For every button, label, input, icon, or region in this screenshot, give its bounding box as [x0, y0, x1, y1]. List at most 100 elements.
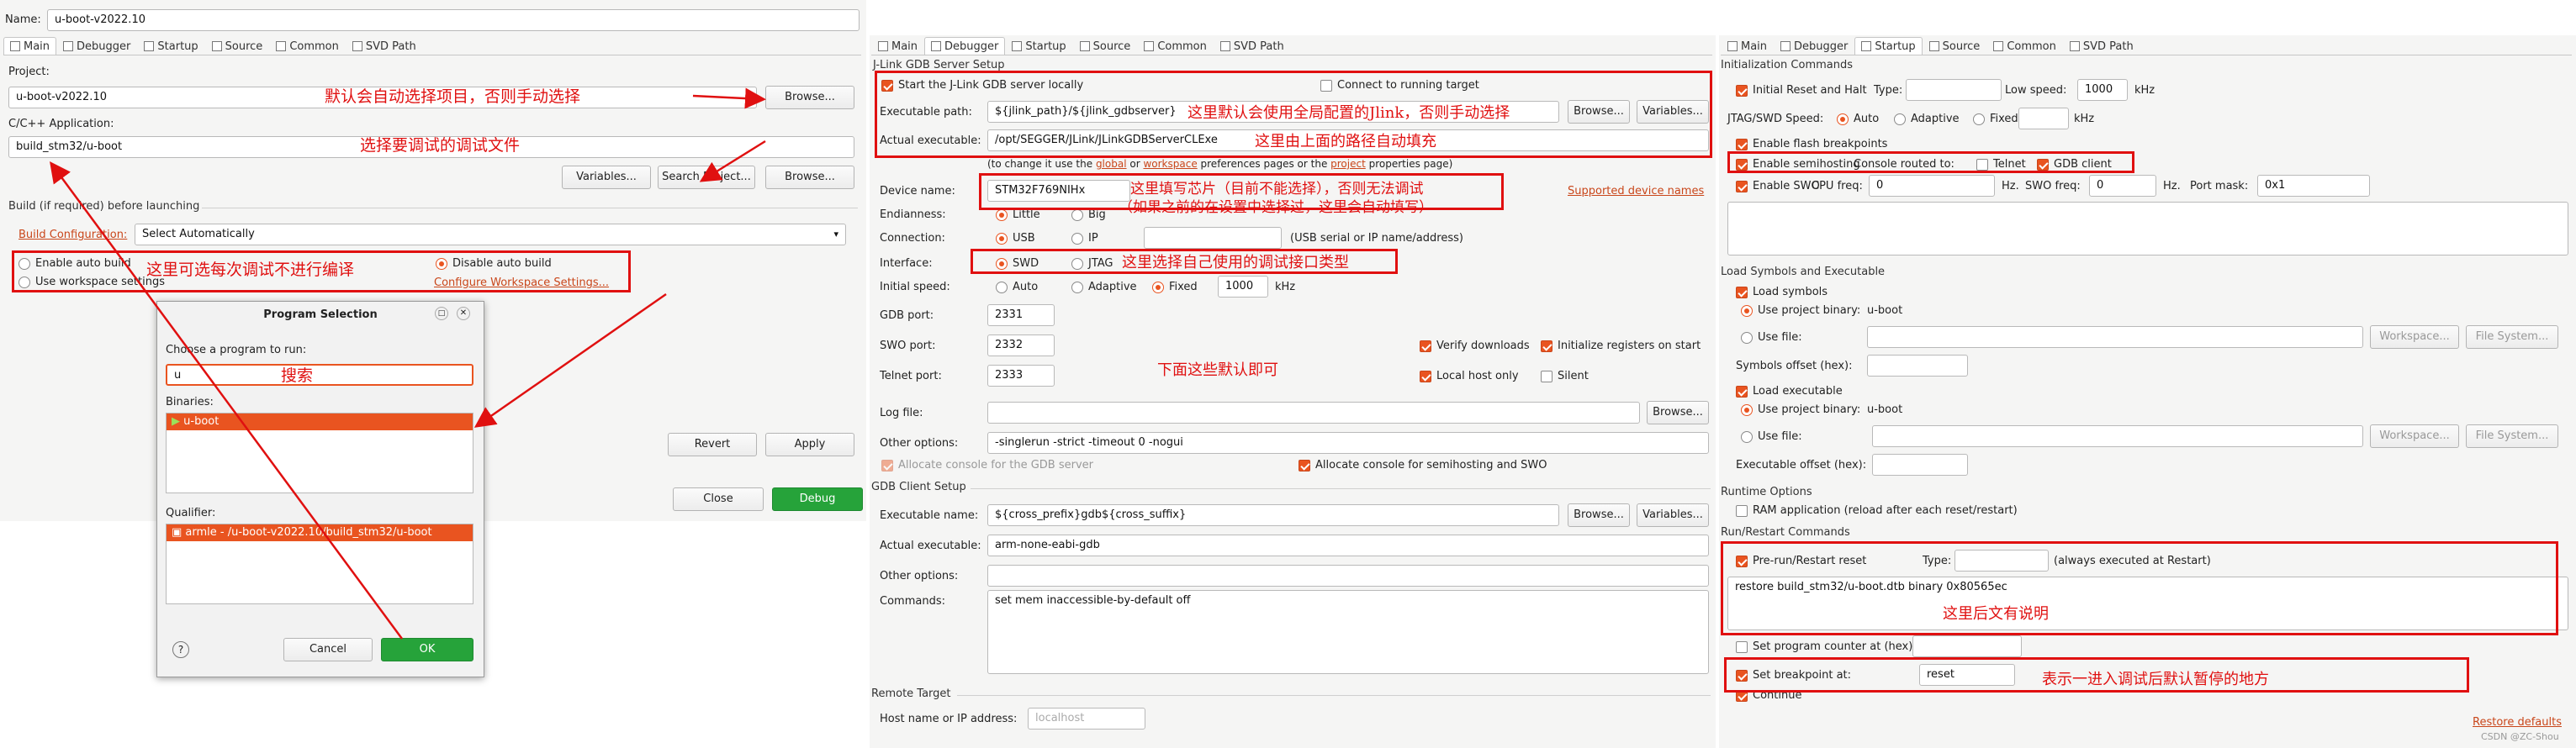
exe-use-file-radio[interactable]: Use file: — [1741, 430, 1802, 443]
project-props-link[interactable]: project — [1330, 158, 1366, 170]
telnet-port-input[interactable]: 2333 — [987, 365, 1055, 387]
client-variables-button[interactable]: Variables... — [1637, 503, 1709, 527]
symbols-file-input[interactable] — [1867, 326, 2363, 348]
reset-type-input[interactable] — [1906, 79, 2002, 101]
close-button[interactable]: Close — [673, 487, 764, 511]
tab-main[interactable]: Main — [1721, 37, 1774, 55]
tab-startup[interactable]: Startup — [137, 37, 204, 55]
tab-common[interactable]: Common — [1137, 37, 1214, 55]
load-symbols-checkbox[interactable]: Load symbols — [1736, 286, 1828, 298]
symbols-project-binary-radio[interactable]: Use project binary: — [1741, 304, 1860, 317]
exe-project-binary-radio[interactable]: Use project binary: — [1741, 403, 1860, 416]
tab-debugger[interactable]: Debugger — [56, 37, 137, 55]
set-pc-checkbox[interactable]: Set program counter at (hex): — [1736, 640, 1917, 653]
client-browse-button[interactable]: Browse... — [1568, 503, 1630, 527]
local-host-checkbox[interactable]: Local host only — [1420, 370, 1519, 382]
flash-breakpoints-checkbox[interactable]: Enable flash breakpoints — [1736, 138, 1887, 150]
swo-port-input[interactable]: 2332 — [987, 334, 1055, 356]
big-radio[interactable]: Big — [1071, 208, 1106, 221]
client-exe-input[interactable]: ${cross_prefix}gdb${cross_suffix} — [987, 504, 1559, 526]
usb-radio[interactable]: USB — [996, 232, 1035, 245]
verify-downloads-checkbox[interactable]: Verify downloads — [1420, 340, 1530, 352]
app-variables-button[interactable]: Variables... — [562, 166, 651, 189]
speed-fixed-radio[interactable]: Fixed — [1152, 281, 1198, 293]
search-project-button[interactable]: Search Project... — [658, 166, 755, 189]
tab-debugger[interactable]: Debugger — [1774, 37, 1854, 55]
app-browse-button[interactable]: Browse... — [765, 166, 854, 189]
exe-offset-input[interactable] — [1872, 454, 1968, 476]
little-radio[interactable]: Little — [996, 208, 1040, 221]
speed-auto-radio[interactable]: Auto — [996, 281, 1038, 293]
maximize-icon[interactable]: □ — [435, 307, 448, 320]
jtag-fixed-radio[interactable]: Fixed — [1973, 113, 2018, 125]
dialog-ok-button[interactable]: OK — [381, 638, 473, 661]
tab-svd-path[interactable]: SVD Path — [1214, 37, 1291, 55]
tab-svd-path[interactable]: SVD Path — [346, 37, 423, 55]
host-input[interactable]: localhost — [1028, 708, 1145, 730]
build-config-label[interactable]: Build Configuration: — [19, 229, 127, 241]
workspace-prefs-link[interactable]: workspace — [1143, 158, 1197, 170]
connection-address-input[interactable] — [1144, 227, 1282, 249]
apply-button[interactable]: Apply — [765, 433, 854, 456]
ip-radio[interactable]: IP — [1071, 232, 1098, 245]
tab-source[interactable]: Source — [1923, 37, 1987, 55]
tab-common[interactable]: Common — [269, 37, 346, 55]
symbols-workspace-button[interactable]: Workspace... — [2370, 325, 2459, 349]
debug-button[interactable]: Debug — [772, 487, 863, 511]
client-other-input[interactable] — [987, 565, 1709, 587]
port-mask-input[interactable]: 0x1 — [2257, 175, 2370, 197]
init-registers-checkbox[interactable]: Initialize registers on start — [1541, 340, 1701, 352]
init-commands-textarea[interactable] — [1727, 202, 2568, 255]
tab-source[interactable]: Source — [205, 37, 270, 55]
symbols-use-file-radio[interactable]: Use file: — [1741, 331, 1802, 344]
log-file-input[interactable] — [987, 402, 1640, 424]
tab-main[interactable]: Main — [871, 37, 924, 55]
speed-adaptive-radio[interactable]: Adaptive — [1071, 281, 1137, 293]
binaries-list[interactable]: ▶ u-boot — [166, 413, 473, 493]
binary-item[interactable]: ▶ u-boot — [167, 414, 473, 430]
cpu-freq-input[interactable]: 0 — [1869, 175, 1995, 197]
exe-filesystem-button[interactable]: File System... — [2466, 424, 2558, 448]
jtag-adaptive-radio[interactable]: Adaptive — [1894, 113, 1960, 125]
swo-freq-input[interactable]: 0 — [2089, 175, 2156, 197]
initial-reset-checkbox[interactable]: Initial Reset and Halt — [1736, 84, 1867, 97]
tab-common[interactable]: Common — [1986, 37, 2063, 55]
jtag-speed-input[interactable] — [2018, 108, 2069, 129]
tab-source[interactable]: Source — [1073, 37, 1138, 55]
commands-textarea[interactable]: set mem inaccessible-by-default off — [987, 590, 1709, 674]
symbols-offset-input[interactable] — [1867, 355, 1968, 377]
speed-input[interactable]: 1000 — [1218, 276, 1268, 298]
close-icon[interactable]: ✕ — [457, 307, 470, 320]
set-pc-input[interactable] — [1912, 635, 2022, 657]
load-executable-checkbox[interactable]: Load executable — [1736, 385, 1843, 398]
qualifier-list[interactable]: ▣ armle - /u-boot-v2022.10/build_stm32/u… — [166, 524, 473, 604]
tab-svd-path[interactable]: SVD Path — [2063, 37, 2140, 55]
name-input[interactable]: u-boot-v2022.10 — [47, 9, 860, 31]
build-config-select[interactable]: Select Automatically ▾ — [135, 224, 846, 245]
gdb-port-input[interactable]: 2331 — [987, 304, 1055, 326]
log-browse-button[interactable]: Browse... — [1647, 401, 1709, 424]
alloc-gdb-console-checkbox[interactable]: Allocate console for the GDB server — [881, 459, 1093, 471]
other-options-input[interactable]: -singlerun -strict -timeout 0 -nogui — [987, 432, 1709, 454]
program-search-input[interactable]: u — [166, 364, 473, 386]
symbols-filesystem-button[interactable]: File System... — [2466, 325, 2558, 349]
ram-application-checkbox[interactable]: RAM application (reload after each reset… — [1736, 504, 2018, 517]
exe-workspace-button[interactable]: Workspace... — [2370, 424, 2459, 448]
silent-checkbox[interactable]: Silent — [1541, 370, 1589, 382]
tab-startup[interactable]: Startup — [1005, 37, 1072, 55]
restore-defaults-link[interactable]: Restore defaults — [2473, 716, 2562, 729]
low-speed-input[interactable]: 1000 — [2077, 79, 2128, 101]
tab-main[interactable]: Main — [3, 37, 57, 55]
revert-button[interactable]: Revert — [668, 433, 757, 456]
help-icon[interactable]: ? — [172, 641, 189, 658]
qualifier-item[interactable]: ▣ armle - /u-boot-v2022.10/build_stm32/u… — [167, 524, 473, 541]
tab-debugger[interactable]: Debugger — [924, 37, 1006, 55]
alloc-semihosting-checkbox[interactable]: Allocate console for semihosting and SWO — [1299, 459, 1547, 471]
global-prefs-link[interactable]: global — [1096, 158, 1127, 170]
jtag-auto-radio[interactable]: Auto — [1837, 113, 1879, 125]
dialog-cancel-button[interactable]: Cancel — [283, 638, 373, 661]
supported-devices-link[interactable]: Supported device names — [1568, 185, 1704, 198]
exe-file-input[interactable] — [1872, 425, 2363, 447]
tab-startup[interactable]: Startup — [1854, 37, 1923, 55]
swo-checkbox[interactable]: Enable SWO — [1736, 180, 1820, 192]
